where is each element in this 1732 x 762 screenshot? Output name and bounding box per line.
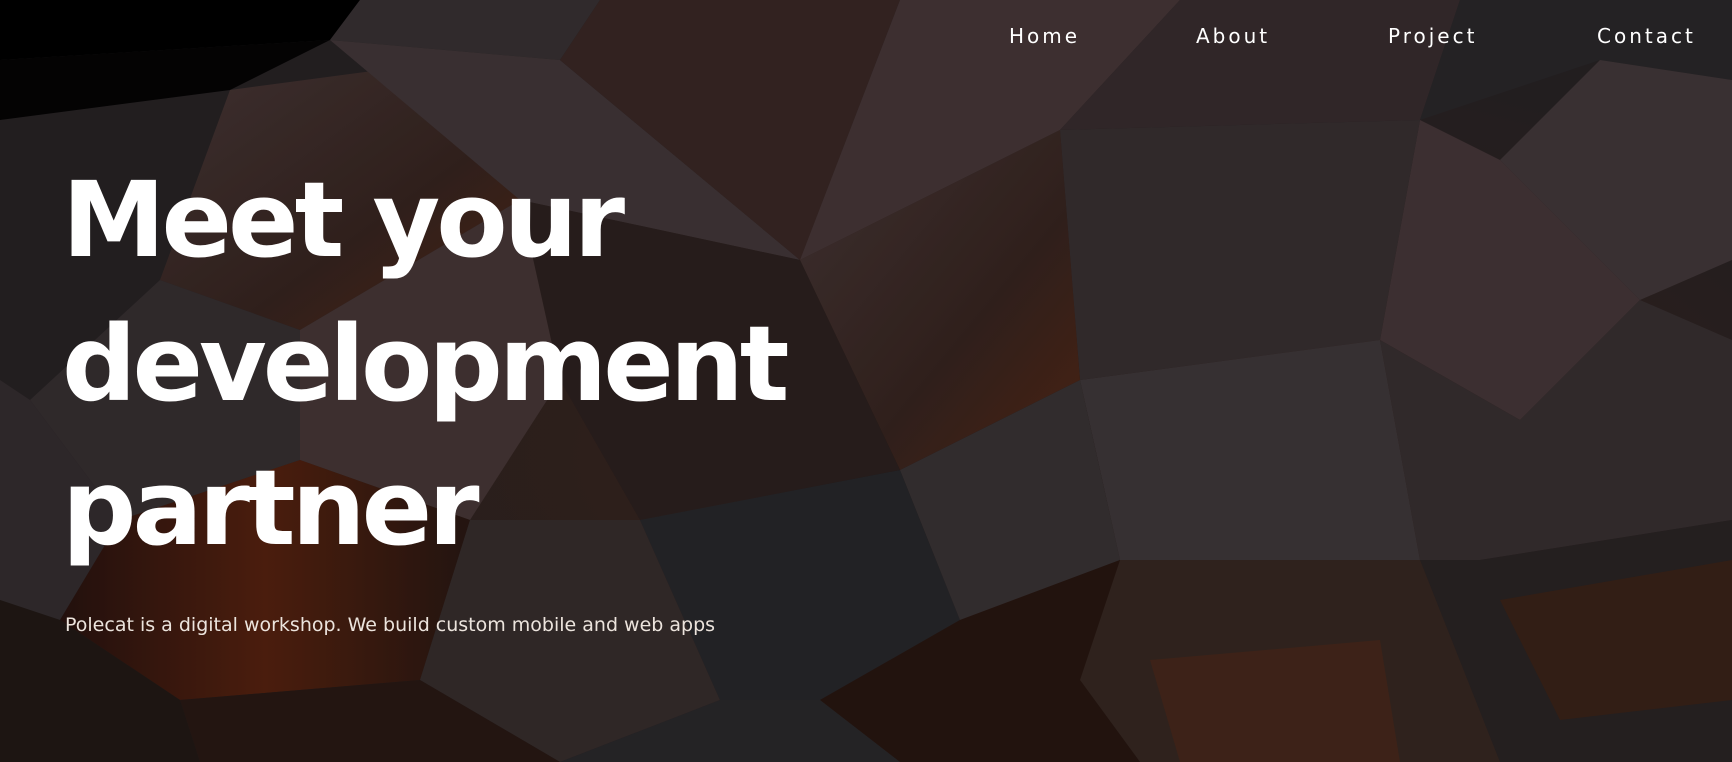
nav-link-about[interactable]: About (1196, 24, 1270, 48)
hero-subtitle: Polecat is a digital workshop. We build … (65, 614, 716, 636)
hero-section: Home About Project Contact Meet your dev… (0, 0, 1732, 762)
nav-link-home[interactable]: Home (1009, 24, 1080, 48)
hero-headline-line-3: partner (62, 447, 479, 569)
top-navigation: Home About Project Contact (0, 18, 1732, 54)
hero-headline: Meet your development partner (62, 148, 790, 580)
nav-link-contact[interactable]: Contact (1597, 24, 1696, 48)
hero-headline-line-2: development (62, 303, 790, 425)
hero-headline-line-1: Meet your (62, 159, 625, 281)
nav-link-project[interactable]: Project (1388, 24, 1477, 48)
